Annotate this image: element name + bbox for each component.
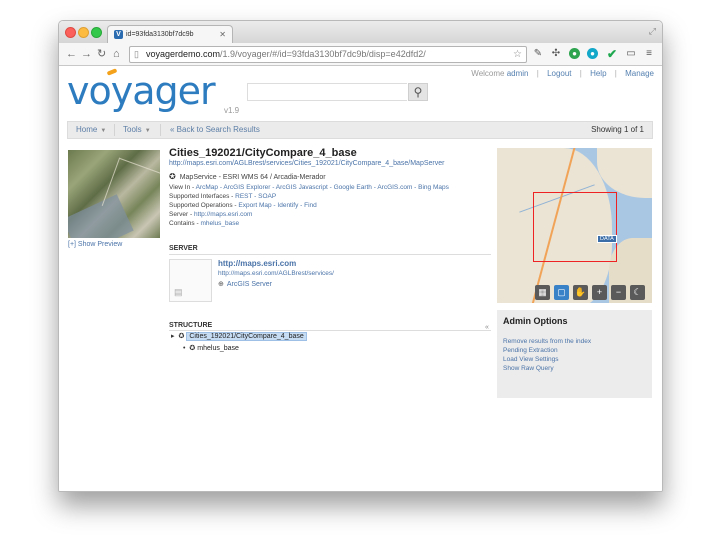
tree-leaf-icon: • <box>183 345 186 352</box>
tree-collapse-icon[interactable]: ▸ <box>171 333 175 340</box>
admin-options-panel: Admin Options Remove results from the in… <box>497 310 652 398</box>
search-input[interactable] <box>247 83 407 101</box>
puzzle-icon[interactable]: ✣ <box>549 47 563 61</box>
map-preview[interactable]: DATA <box>497 148 652 303</box>
server-link[interactable]: http://maps.esri.com <box>218 259 296 268</box>
forward-icon[interactable]: → <box>81 46 92 62</box>
chevron-down-icon: ▼ <box>100 128 107 134</box>
pending-extraction-link[interactable]: Pending Extraction <box>503 347 558 354</box>
bookmark-star-icon[interactable]: ☆ <box>513 47 522 62</box>
welcome-text: Welcome <box>471 69 505 78</box>
browser-window: V id=93fda3130bf7dc9b ✕ ⤢ ← → ↻ ⌂ ▯ voya… <box>58 20 663 492</box>
top-links: Welcome admin | Logout | Help | Manage <box>471 69 654 78</box>
server-row: Server - http://maps.esri.com <box>169 211 253 218</box>
grid-icon[interactable]: ▦ <box>535 285 550 300</box>
server-section-label: SERVER <box>169 245 198 252</box>
tab-title: id=93fda3130bf7dc9b <box>126 31 194 38</box>
zoom-out-icon[interactable]: − <box>611 285 626 300</box>
service-type: ✪ MapService - ESRI WMS 64 / Arcadia-Mera… <box>169 172 326 181</box>
structure-divider <box>169 330 491 331</box>
chevron-down-icon: ▼ <box>144 128 151 134</box>
tab-strip: V id=93fda3130bf7dc9b ✕ ⤢ <box>59 21 662 44</box>
tree-root-item[interactable]: ▸ ✪ Cities_192021/CityCompare_4_base <box>171 332 307 341</box>
server-divider <box>169 254 491 255</box>
globe-icon: ✪ <box>169 172 176 181</box>
extension-green-icon[interactable]: ● <box>569 48 580 59</box>
cast-icon[interactable]: ▭ <box>624 47 638 61</box>
search-icon[interactable]: ⚲ <box>408 83 428 101</box>
help-link[interactable]: Help <box>590 69 606 78</box>
back-icon[interactable]: ← <box>66 46 77 62</box>
server-type[interactable]: ⊕ ArcGIS Server <box>218 280 272 288</box>
extension-teal-icon[interactable]: ● <box>587 48 598 59</box>
pan-hand-icon[interactable]: ✋ <box>573 285 588 300</box>
server-url-link[interactable]: http://maps.esri.com/AGLBrest/services/ <box>218 270 334 277</box>
main-navbar: Home ▼ Tools ▼ « Back to Search Results Sh… <box>67 121 653 139</box>
page-icon: ▯ <box>134 49 139 59</box>
record-thumbnail[interactable] <box>68 150 160 238</box>
interfaces-row: Supported Interfaces - REST - SOAP <box>169 193 277 200</box>
voyager-favicon-icon: V <box>114 30 123 39</box>
tree-child-item[interactable]: • ✪ mhelus_base <box>183 344 239 352</box>
contains-row: Contains - mhelus_base <box>169 220 240 227</box>
home-icon[interactable]: ⌂ <box>113 46 120 62</box>
mapservice-icon: ✪ <box>178 333 185 340</box>
tab-close-icon[interactable]: ✕ <box>219 26 226 43</box>
fullscreen-icon[interactable]: ⤢ <box>649 26 656 37</box>
manage-link[interactable]: Manage <box>625 69 654 78</box>
server-thumbnail[interactable]: ▤ <box>169 259 212 302</box>
voyager-logo[interactable]: voyager <box>67 68 216 114</box>
operations-row: Supported Operations - Export Map - Iden… <box>169 202 317 209</box>
map-label: DATA <box>597 235 617 243</box>
back-to-results-link[interactable]: « Back to Search Results <box>170 122 260 138</box>
version-label: v1.9 <box>224 106 240 115</box>
zoom-light-icon[interactable] <box>91 27 102 38</box>
map-toolbar: ▦ ▢ ✋ + − ☾ <box>497 283 652 303</box>
logout-link[interactable]: Logout <box>547 69 571 78</box>
address-bar[interactable]: ▯ voyagerdemo.com/1.9/voyager/#/id=93fda… <box>129 46 527 63</box>
home-menu[interactable]: Home ▼ <box>76 122 106 139</box>
record-title: Cities_192021/CityCompare_4_base <box>169 147 357 159</box>
wrench-icon[interactable]: ✎ <box>531 47 545 61</box>
browser-tab[interactable]: V id=93fda3130bf7dc9b ✕ <box>107 25 233 44</box>
show-preview-link[interactable]: [+] Show Preview <box>68 241 122 248</box>
view-in-row: View In - ArcMap - ArcGIS Explorer - Arc… <box>169 184 449 191</box>
reload-icon[interactable]: ↻ <box>97 46 106 62</box>
zoom-in-icon[interactable]: + <box>592 285 607 300</box>
user-link[interactable]: admin <box>507 69 529 78</box>
show-raw-query-link[interactable]: Show Raw Query <box>503 365 554 372</box>
moon-icon[interactable]: ☾ <box>630 285 645 300</box>
arcgis-server-icon: ⊕ <box>218 281 224 288</box>
showing-count: Showing 1 of 1 <box>591 125 644 134</box>
load-view-settings-link[interactable]: Load View Settings <box>503 356 559 363</box>
remove-results-link[interactable]: Remove results from the index <box>503 338 591 345</box>
server-icon: ▤ <box>174 287 183 297</box>
url-text: voyagerdemo.com/1.9/voyager/#/id=93fda31… <box>146 49 426 59</box>
select-box-icon[interactable]: ▢ <box>554 285 569 300</box>
extent-rectangle <box>533 192 617 262</box>
layer-icon: ✪ <box>189 345 196 352</box>
admin-options-title: Admin Options <box>503 316 568 326</box>
structure-section-label: STRUCTURE <box>169 322 213 329</box>
menu-icon[interactable]: ≡ <box>642 47 656 61</box>
rest-url-link[interactable]: http://maps.esri.com/AGLBrest/services/C… <box>169 160 444 167</box>
browser-toolbar: ← → ↻ ⌂ ▯ voyagerdemo.com/1.9/voyager/#/… <box>59 43 662 66</box>
check-icon[interactable]: ✔ <box>605 47 619 61</box>
tools-menu[interactable]: Tools ▼ <box>123 122 151 139</box>
page-content: voyager v1.9 ⚲ Welcome admin | Logout | … <box>59 66 662 491</box>
minimize-light-icon[interactable] <box>78 27 89 38</box>
close-light-icon[interactable] <box>65 27 76 38</box>
